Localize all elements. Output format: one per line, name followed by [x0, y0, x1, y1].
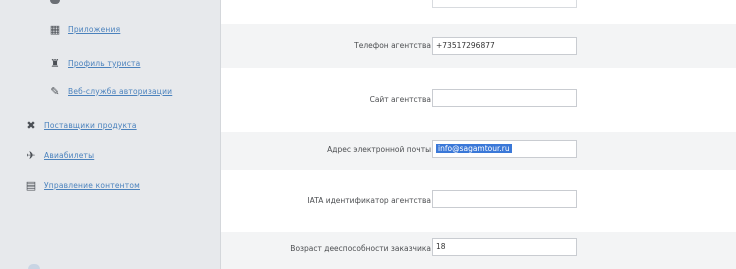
- iata-field[interactable]: [432, 190, 577, 208]
- phone-label: Телефон агентства: [354, 41, 431, 50]
- sidebar-item-content[interactable]: ▤ Управление контентом: [24, 176, 140, 194]
- scroll-indicator: [28, 264, 40, 269]
- sidebar-item-applications[interactable]: ▦ Приложения: [48, 20, 120, 38]
- form-row-previous: [221, 0, 736, 16]
- email-field[interactable]: info@sagamtour.ru: [432, 140, 577, 158]
- agency-icon: ♜: [50, 56, 60, 70]
- sidebar-item-label[interactable]: Профиль туриста: [68, 59, 140, 68]
- sidebar-item-label[interactable]: Авиабилеты: [44, 151, 94, 160]
- content-icon: ▤: [25, 178, 37, 192]
- agency-settings-form: Телефон агентства +73517296877 Сайт аген…: [221, 0, 736, 269]
- sidebar-item-label[interactable]: Поставщики продукта: [44, 121, 137, 130]
- sidebar-item-tourist-profile[interactable]: ♜ Профиль туриста: [48, 54, 140, 72]
- email-field-selection: info@sagamtour.ru: [436, 144, 512, 153]
- menu-icon: [50, 0, 60, 4]
- email-label: Адрес электронной почты: [327, 145, 431, 154]
- form-row-website: Сайт агентства: [221, 68, 736, 132]
- sidebar-item-label[interactable]: Приложения: [68, 25, 120, 34]
- sidebar-item-web-service[interactable]: ✎ Веб-служба авторизации: [48, 82, 172, 100]
- sidebar: ▦ Приложения ♜ Профиль туриста ✎ Веб-слу…: [0, 0, 221, 269]
- form-row-customer-age: Возраст дееспособности заказчика 18: [221, 232, 736, 269]
- customer-age-field[interactable]: 18: [432, 238, 577, 256]
- iata-label: IATA идентификатор агентства: [307, 196, 431, 205]
- phone-field[interactable]: +73517296877: [432, 37, 577, 55]
- flight-icon: ✈: [26, 148, 36, 162]
- website-field[interactable]: [432, 89, 577, 107]
- form-row-iata: IATA идентификатор агентства: [221, 170, 736, 232]
- previous-field[interactable]: [432, 0, 577, 8]
- document-icon: ▦: [49, 22, 61, 36]
- tools-icon: ✖: [26, 118, 36, 132]
- website-label: Сайт агентства: [369, 95, 431, 104]
- sidebar-item-flights[interactable]: ✈ Авиабилеты: [24, 146, 94, 164]
- form-row-email: Адрес электронной почты info@sagamtour.r…: [221, 132, 736, 170]
- sidebar-item-suppliers[interactable]: ✖ Поставщики продукта: [24, 116, 137, 134]
- form-row-phone: Телефон агентства +73517296877: [221, 24, 736, 68]
- sidebar-item-label[interactable]: Управление контентом: [44, 181, 140, 190]
- sidebar-item-label[interactable]: Веб-служба авторизации: [68, 87, 172, 96]
- webservice-icon: ✎: [50, 84, 60, 98]
- customer-age-label: Возраст дееспособности заказчика: [290, 244, 431, 253]
